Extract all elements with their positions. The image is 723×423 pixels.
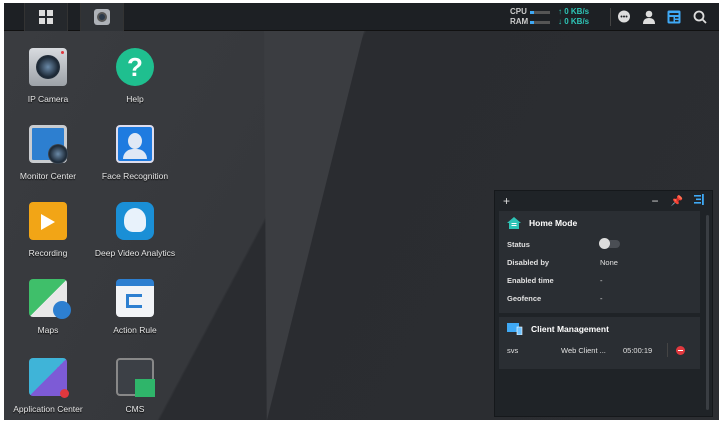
- deep-video-analytics-icon: [116, 202, 154, 240]
- cpu-label: CPU: [510, 7, 527, 16]
- row-key: Status: [507, 239, 530, 249]
- desktop-icon-label: Maps: [37, 325, 59, 335]
- face-recognition-icon: [116, 125, 154, 163]
- home-mode-status-row: Status: [507, 235, 692, 253]
- client-user: svs: [507, 345, 519, 355]
- client-time: 05:00:19: [623, 345, 653, 355]
- download-rate: ↓ 0 KB/s: [558, 17, 590, 26]
- home-mode-row: Geofence -: [507, 289, 692, 307]
- ip-camera-icon: [29, 48, 67, 86]
- cpu-bar: [530, 10, 550, 14]
- help-icon: ?: [116, 48, 154, 86]
- home-mode-widget: Home Mode Status Disabled by None Enabled…: [499, 211, 700, 313]
- main-menu-icon: [39, 10, 53, 24]
- home-mode-row: Enabled time -: [507, 271, 692, 289]
- row-value: None: [600, 257, 618, 267]
- row-key: Geofence: [507, 293, 542, 303]
- home-mode-title: Home Mode: [529, 218, 578, 228]
- desktop-icon-label: Application Center: [13, 404, 83, 414]
- resource-monitor[interactable]: CPU ↑ 0 KB/s RAM ↓ 0 KB/s: [510, 7, 589, 27]
- disconnect-client-button[interactable]: [676, 345, 685, 355]
- desktop-icon-cms[interactable]: CMS: [85, 358, 185, 414]
- home-mode-icon: [507, 217, 521, 229]
- main-menu-button[interactable]: [24, 3, 68, 31]
- desktop-icon-action-rule[interactable]: Action Rule: [85, 279, 185, 335]
- desktop-icon-maps[interactable]: Maps: [4, 279, 98, 335]
- client-row: svs Web Client ... 05:00:19: [507, 341, 692, 359]
- client-management-title: Client Management: [531, 324, 609, 334]
- upload-rate: ↑ 0 KB/s: [558, 7, 590, 16]
- desktop-icon-application-center[interactable]: Application Center: [4, 358, 98, 414]
- desktop-icon-label: IP Camera: [27, 94, 69, 104]
- row-key: Disabled by: [507, 257, 550, 267]
- desktop: CPU ↑ 0 KB/s RAM ↓ 0 KB/s IP Camera ? Help…: [4, 3, 719, 420]
- widget-header: + − 📌: [495, 191, 712, 211]
- client-type: Web Client ...: [561, 345, 606, 355]
- desktop-icon-label: Deep Video Analytics: [94, 248, 176, 258]
- desktop-icon-ip-camera[interactable]: IP Camera: [4, 48, 98, 104]
- taskbar-app-ip-camera[interactable]: [80, 3, 124, 31]
- client-management-icon: [507, 323, 523, 335]
- recording-icon: [29, 202, 67, 240]
- user-icon[interactable]: [641, 9, 657, 25]
- ram-label: RAM: [510, 17, 529, 26]
- application-center-icon: [29, 358, 69, 398]
- search-icon[interactable]: [692, 9, 708, 25]
- client-management-widget: Client Management svs Web Client ... 05:…: [499, 317, 700, 369]
- action-rule-icon: [116, 279, 154, 317]
- home-mode-toggle[interactable]: [599, 238, 620, 249]
- desktop-icon-recording[interactable]: Recording: [4, 202, 98, 258]
- minimize-button[interactable]: −: [652, 194, 659, 208]
- ram-bar: [530, 20, 550, 24]
- desktop-icon-label: Monitor Center: [19, 171, 77, 181]
- add-widget-button[interactable]: +: [503, 194, 510, 208]
- desktop-icon-face-recognition[interactable]: Face Recognition: [85, 125, 185, 181]
- maps-icon: [29, 279, 71, 319]
- ip-camera-icon: [94, 9, 110, 25]
- desktop-icon-label: Face Recognition: [101, 171, 169, 181]
- home-mode-row: Disabled by None: [507, 253, 692, 271]
- row-value: -: [600, 293, 603, 303]
- desktop-icon-label: CMS: [125, 404, 145, 414]
- widgets-icon[interactable]: [666, 9, 682, 25]
- widget-settings-icon[interactable]: [693, 194, 704, 208]
- desktop-icon-label: Help: [126, 94, 144, 104]
- pin-icon[interactable]: 📌: [671, 196, 683, 207]
- desktop-icon-deep-video-analytics[interactable]: Deep Video Analytics: [85, 202, 185, 258]
- divider: [610, 8, 611, 26]
- desktop-icon-label: Action Rule: [113, 325, 157, 335]
- row-key: Enabled time: [507, 275, 554, 285]
- widget-panel: + − 📌 Home Mode Status Disabled by None E…: [494, 190, 713, 417]
- desktop-icon-monitor-center[interactable]: Monitor Center: [4, 125, 98, 181]
- row-value: -: [600, 275, 603, 285]
- taskbar: CPU ↑ 0 KB/s RAM ↓ 0 KB/s: [4, 3, 719, 31]
- cms-icon: [116, 358, 155, 397]
- widget-scrollbar[interactable]: [706, 215, 709, 410]
- desktop-icon-help[interactable]: ? Help: [85, 48, 185, 104]
- notifications-icon[interactable]: [616, 9, 632, 25]
- desktop-icon-label: Recording: [28, 248, 68, 258]
- monitor-center-icon: [29, 125, 68, 164]
